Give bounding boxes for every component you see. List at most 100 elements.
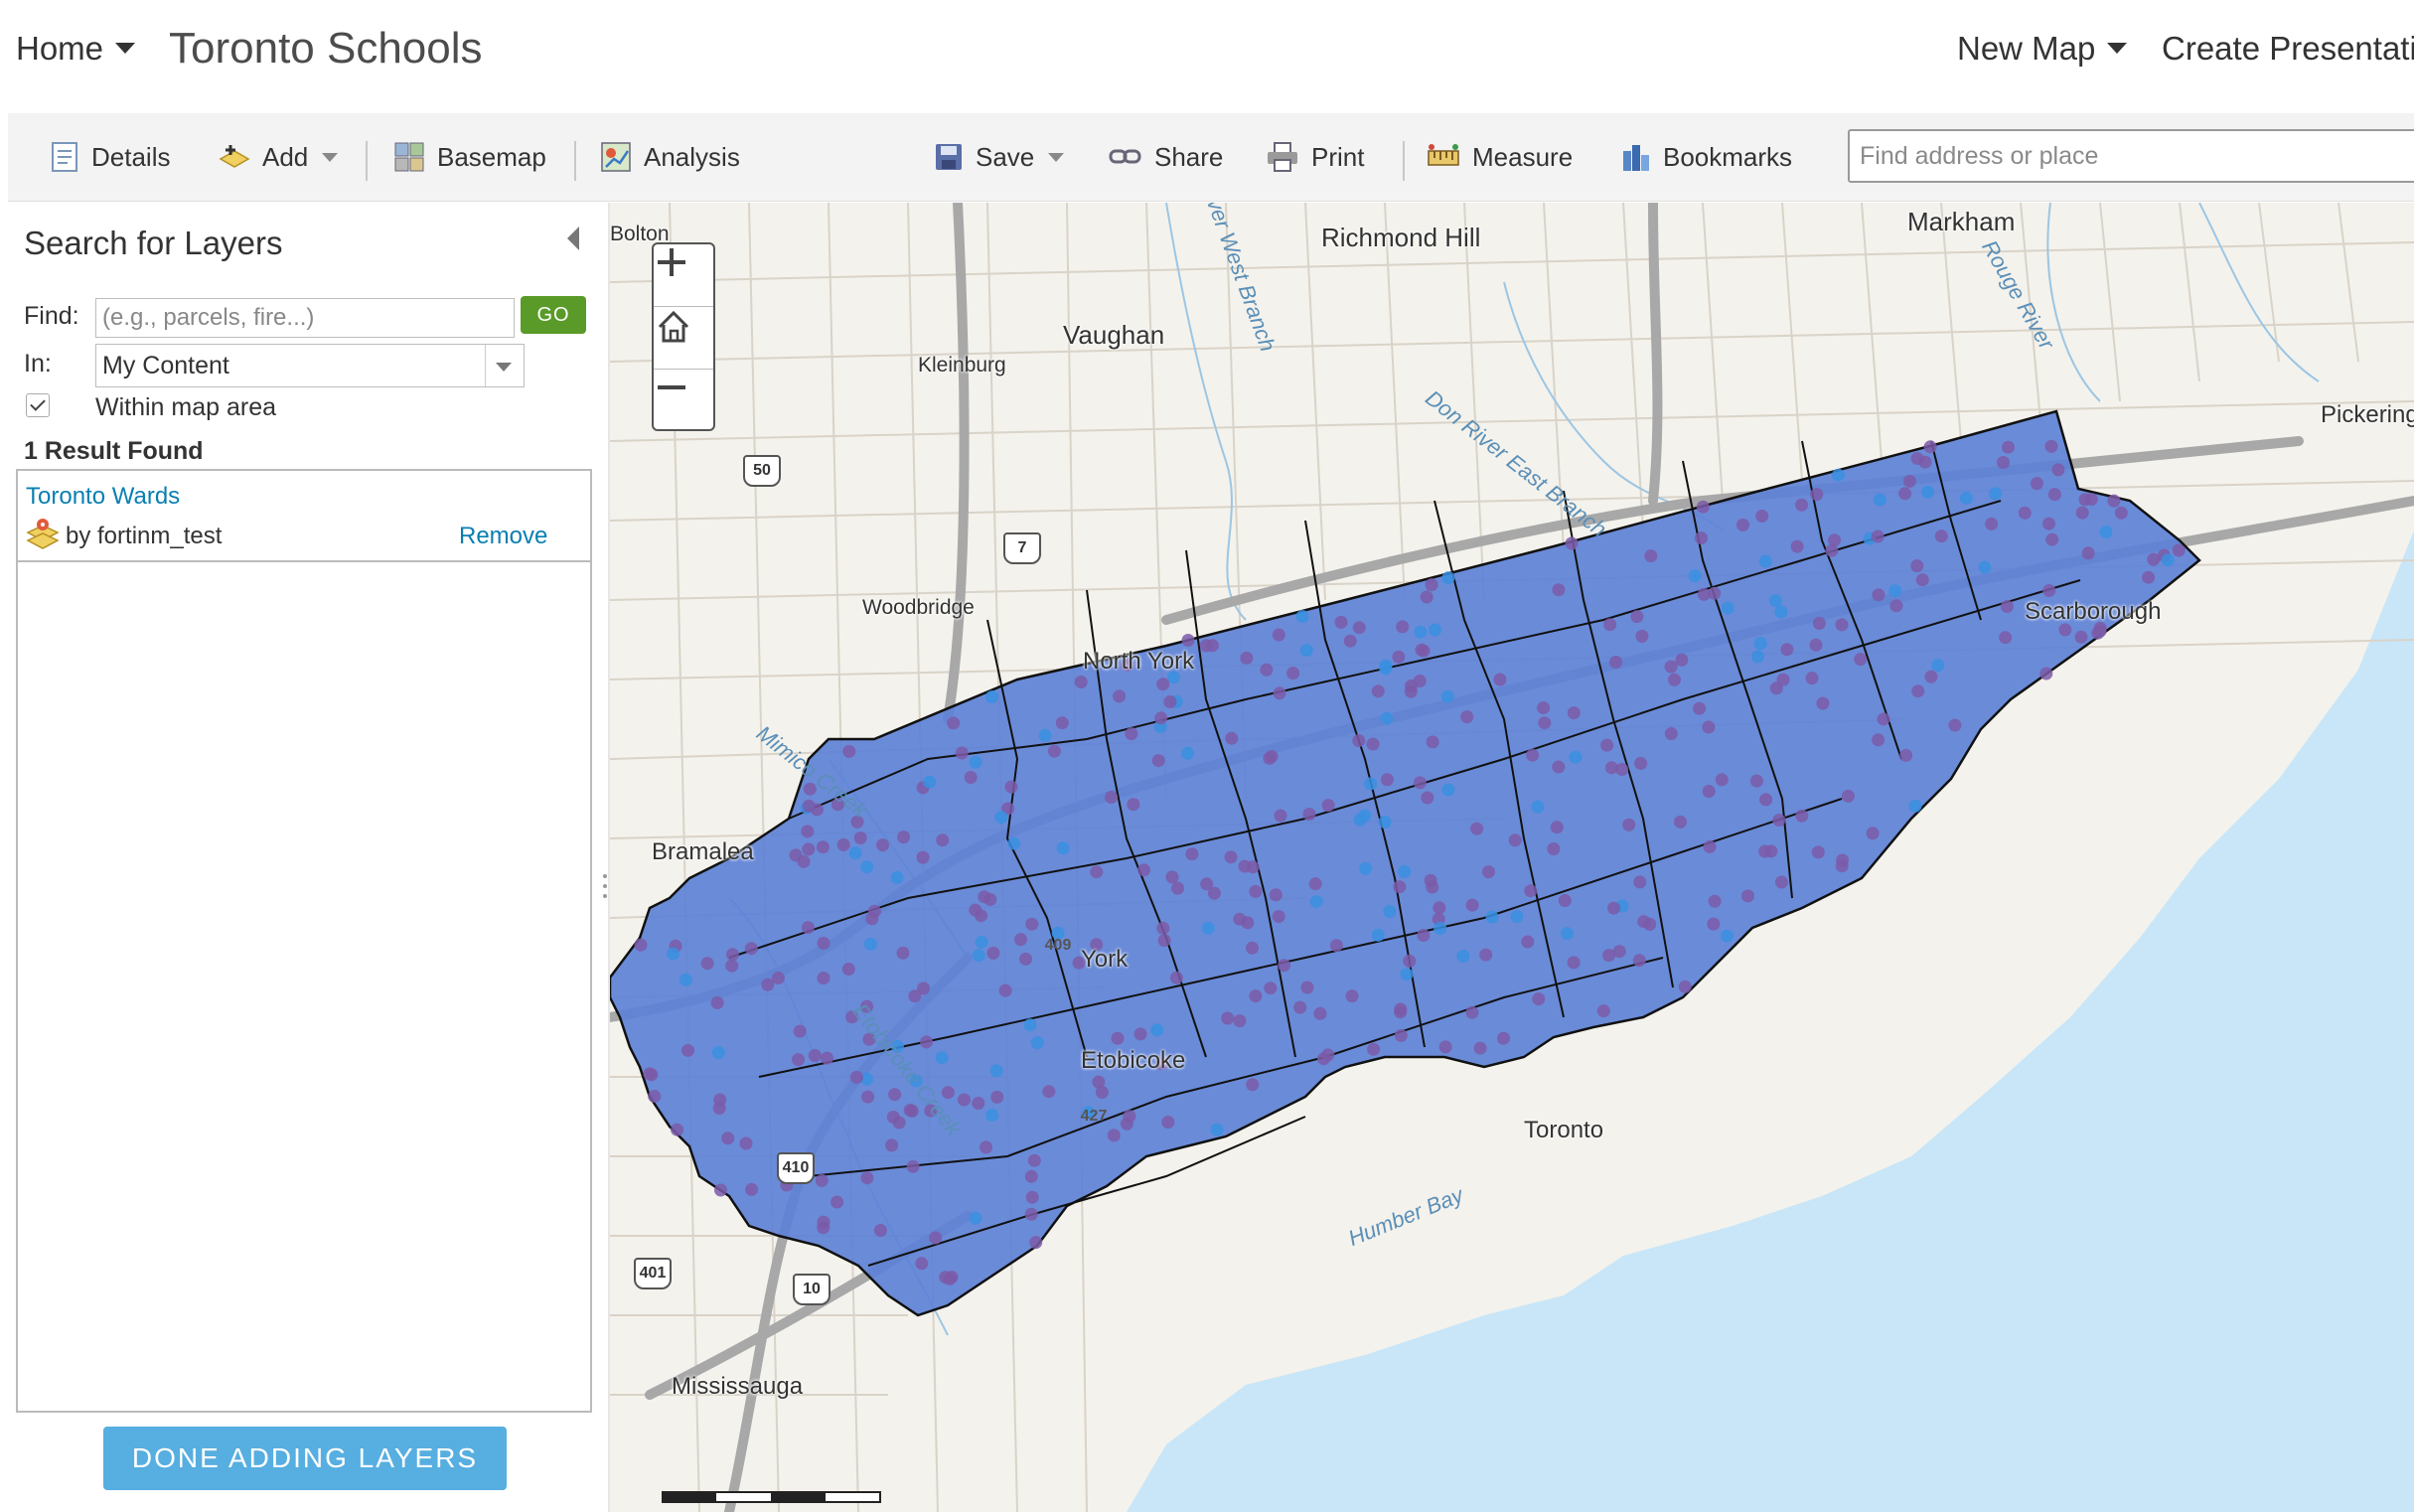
school-point[interactable]: [1367, 1042, 1381, 1056]
analysis-button[interactable]: Analysis: [600, 135, 740, 179]
school-point[interactable]: [1902, 474, 1916, 488]
school-point[interactable]: [797, 854, 811, 868]
school-point[interactable]: [1978, 560, 1992, 574]
school-point[interactable]: [1201, 921, 1215, 935]
school-point[interactable]: [906, 1159, 920, 1173]
school-point[interactable]: [1414, 625, 1428, 639]
school-point[interactable]: [1702, 720, 1716, 734]
school-point[interactable]: [1029, 1236, 1043, 1250]
school-point[interactable]: [2002, 440, 2015, 454]
school-point[interactable]: [1749, 774, 1763, 788]
school-point[interactable]: [1030, 1036, 1044, 1050]
school-point[interactable]: [1985, 517, 1999, 530]
school-point[interactable]: [2030, 477, 2043, 491]
school-point[interactable]: [1371, 928, 1385, 942]
school-point[interactable]: [1465, 898, 1479, 912]
school-point[interactable]: [1934, 529, 1948, 543]
school-point[interactable]: [1156, 921, 1170, 935]
school-point[interactable]: [1225, 731, 1239, 745]
school-point[interactable]: [1538, 716, 1552, 730]
collapse-panel-icon[interactable]: [567, 227, 579, 250]
school-point[interactable]: [1263, 751, 1277, 765]
school-point[interactable]: [1171, 881, 1184, 895]
school-point[interactable]: [1023, 1018, 1037, 1032]
school-point[interactable]: [1470, 822, 1484, 835]
school-point[interactable]: [1441, 783, 1455, 797]
school-point[interactable]: [2045, 532, 2059, 546]
school-point[interactable]: [2044, 439, 2058, 453]
school-point[interactable]: [1567, 956, 1581, 970]
school-point[interactable]: [1825, 543, 1839, 557]
school-point[interactable]: [817, 972, 830, 984]
school-point[interactable]: [1007, 836, 1021, 850]
school-point[interactable]: [2042, 584, 2056, 597]
school-point[interactable]: [1383, 905, 1397, 918]
school-point[interactable]: [1125, 727, 1138, 741]
school-point[interactable]: [1269, 888, 1282, 902]
school-point[interactable]: [1460, 710, 1474, 724]
school-point[interactable]: [1206, 639, 1219, 653]
school-point[interactable]: [1524, 884, 1538, 898]
school-point[interactable]: [836, 837, 850, 851]
school-point[interactable]: [1055, 716, 1069, 730]
school-point[interactable]: [1056, 841, 1070, 855]
school-point[interactable]: [1392, 650, 1406, 664]
school-point[interactable]: [873, 1224, 887, 1237]
school-point[interactable]: [1602, 949, 1616, 963]
school-point[interactable]: [1668, 673, 1681, 686]
school-point[interactable]: [2047, 488, 2061, 502]
school-point[interactable]: [2018, 506, 2032, 520]
school-point[interactable]: [1674, 815, 1687, 829]
school-point[interactable]: [1550, 821, 1564, 834]
school-point[interactable]: [1272, 910, 1285, 923]
school-point[interactable]: [1753, 637, 1767, 651]
school-point[interactable]: [1795, 809, 1809, 823]
school-point[interactable]: [1433, 901, 1446, 915]
school-point[interactable]: [876, 838, 889, 852]
school-point[interactable]: [1417, 929, 1431, 942]
school-point[interactable]: [2039, 667, 2053, 680]
school-point[interactable]: [1156, 678, 1170, 691]
school-point[interactable]: [861, 1090, 875, 1104]
school-point[interactable]: [648, 1090, 662, 1103]
school-point[interactable]: [1317, 1052, 1330, 1066]
school-point[interactable]: [1371, 684, 1385, 698]
measure-button[interactable]: Measure: [1427, 135, 1573, 179]
school-point[interactable]: [1888, 584, 1902, 598]
school-point[interactable]: [2042, 517, 2055, 530]
school-point[interactable]: [1607, 901, 1620, 915]
school-point[interactable]: [721, 1132, 735, 1145]
school-point[interactable]: [896, 946, 910, 960]
school-point[interactable]: [1111, 1031, 1125, 1045]
school-point[interactable]: [1695, 531, 1708, 545]
school-point[interactable]: [1233, 1014, 1247, 1028]
school-point[interactable]: [739, 1136, 753, 1150]
school-point[interactable]: [1915, 573, 1929, 587]
school-point[interactable]: [801, 921, 815, 935]
school-point[interactable]: [1759, 793, 1773, 807]
school-point[interactable]: [1772, 814, 1786, 827]
save-button[interactable]: Save: [934, 135, 1065, 179]
school-point[interactable]: [978, 890, 991, 904]
school-point[interactable]: [1688, 569, 1702, 583]
school-point[interactable]: [1721, 929, 1734, 943]
find-address-search-input[interactable]: [1848, 129, 2414, 183]
school-point[interactable]: [1531, 800, 1545, 814]
school-point[interactable]: [1558, 894, 1572, 907]
school-point[interactable]: [986, 946, 1000, 960]
school-point[interactable]: [1181, 634, 1195, 647]
school-point[interactable]: [2000, 600, 2014, 613]
school-point[interactable]: [1364, 777, 1378, 791]
find-layers-input[interactable]: [95, 298, 515, 338]
school-point[interactable]: [1413, 675, 1427, 687]
school-point[interactable]: [1438, 1040, 1452, 1054]
school-point[interactable]: [1707, 917, 1721, 931]
school-point[interactable]: [1123, 1110, 1136, 1124]
school-point[interactable]: [1240, 651, 1254, 665]
school-point[interactable]: [1774, 605, 1788, 619]
school-point[interactable]: [1835, 859, 1849, 873]
school-point[interactable]: [2099, 526, 2113, 538]
school-point[interactable]: [1635, 629, 1649, 643]
school-point[interactable]: [1615, 763, 1629, 776]
school-point[interactable]: [1025, 917, 1039, 931]
